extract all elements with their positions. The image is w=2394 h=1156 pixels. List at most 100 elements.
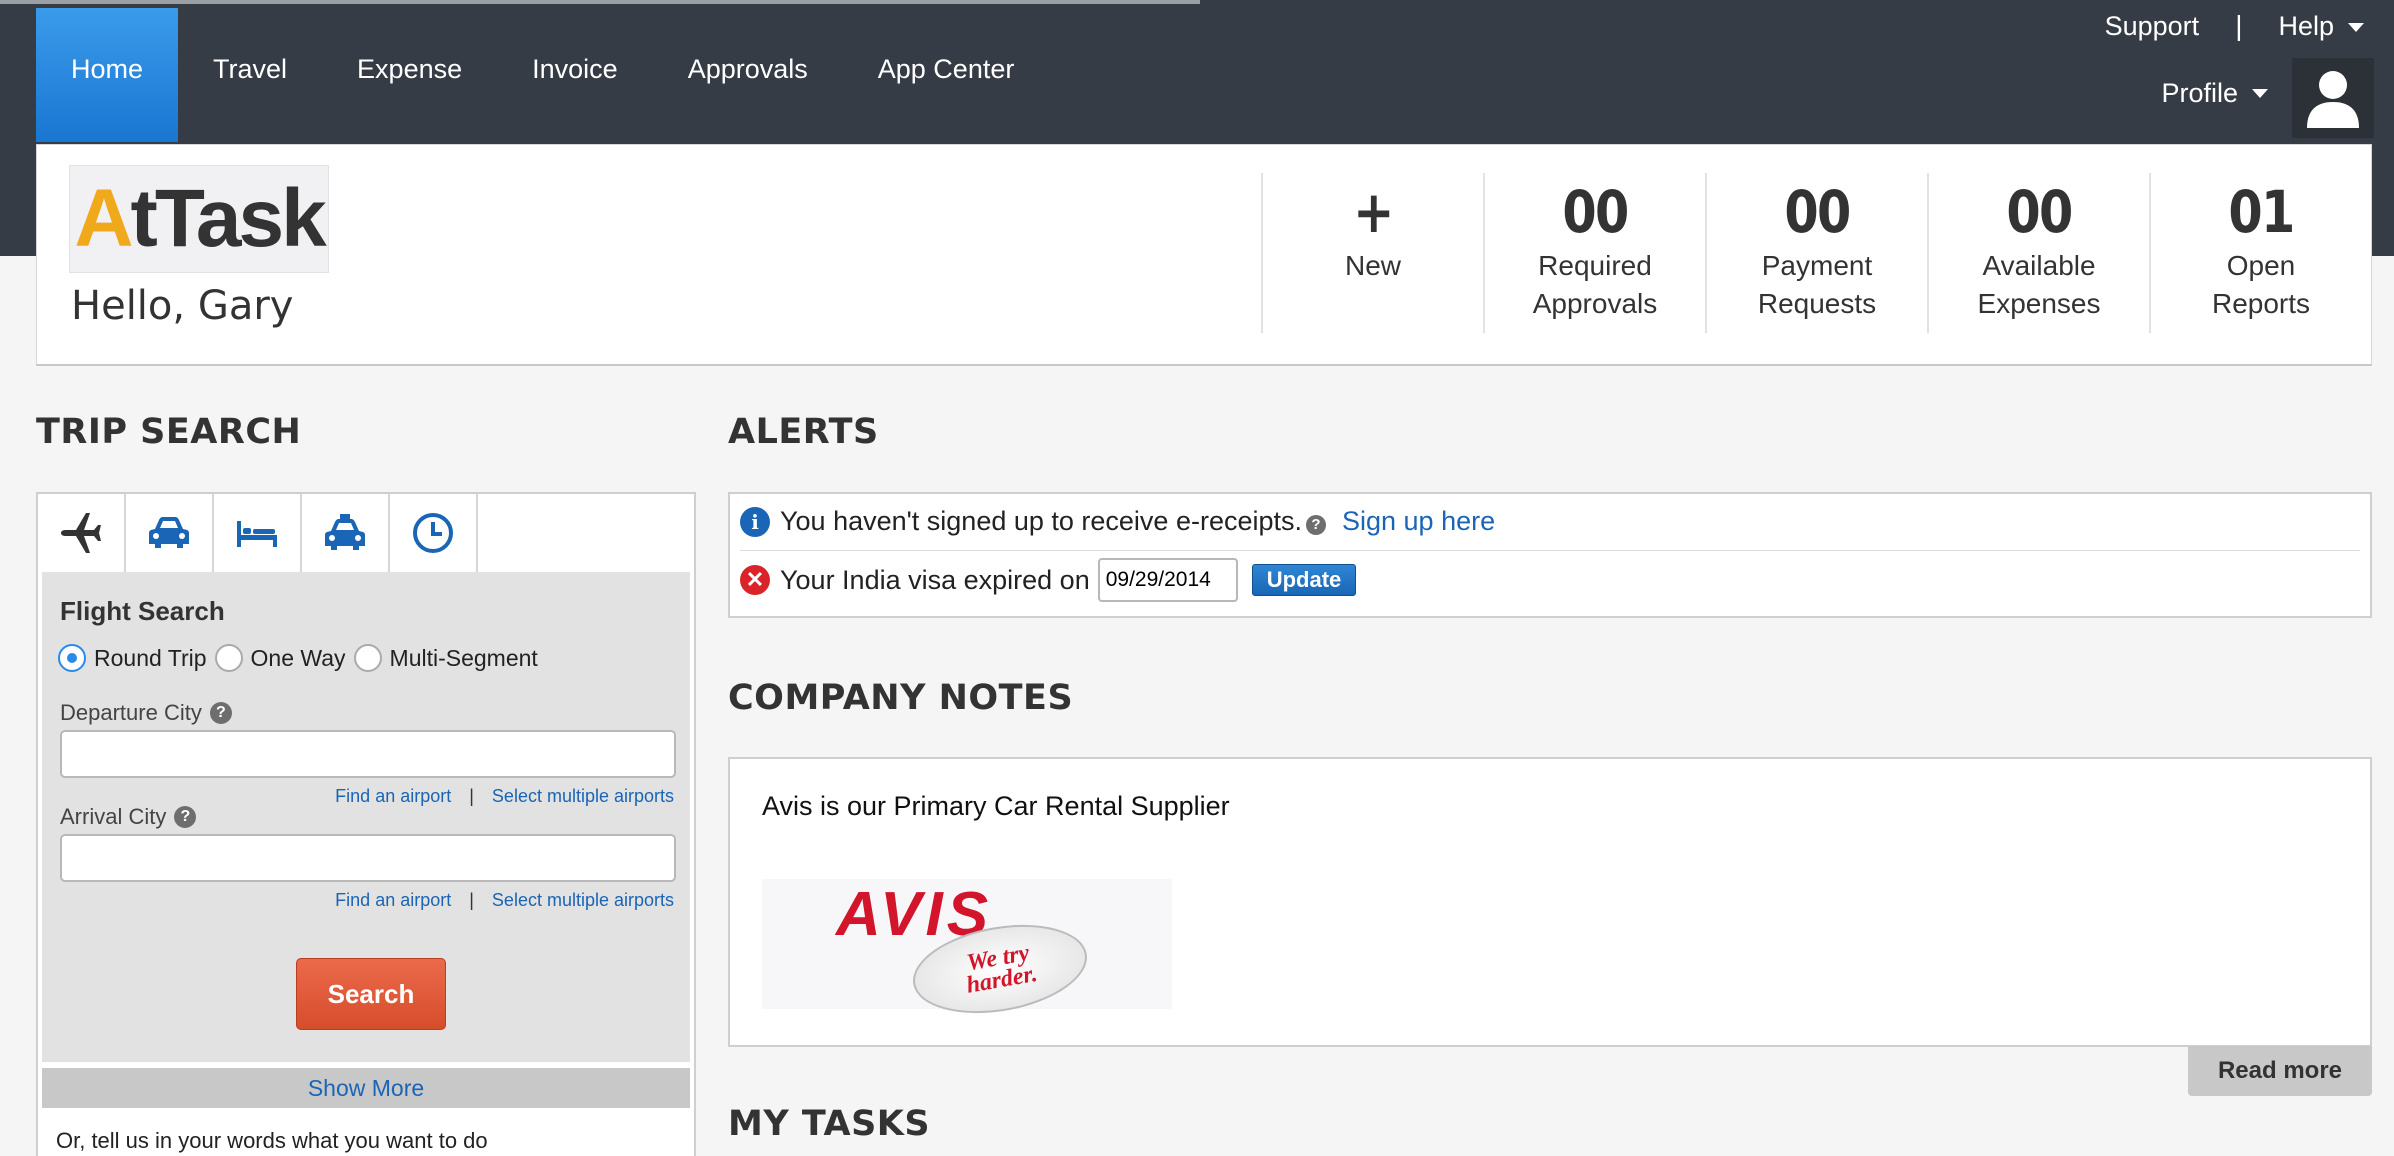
company-note-text: Avis is our Primary Car Rental Supplier [762,791,1230,821]
arrival-label-text: Arrival City [60,804,167,829]
departure-city-input[interactable] [60,730,676,778]
stat-label: Available [1982,250,2096,281]
stat-value: + [1353,178,1394,246]
nav-item-travel[interactable]: Travel [178,8,322,142]
arrival-label: Arrival City ? [60,804,197,830]
natural-language-prompt: Or, tell us in your words what you want … [56,1128,488,1153]
radio-label: Multi-Segment [389,644,538,671]
chevron-down-icon [2252,89,2268,98]
sign-up-link[interactable]: Sign up here [1342,506,1495,537]
trip-search-panel: Flight Search Round Trip One Way Multi-S… [36,492,696,1156]
alert-divider [740,550,2360,551]
stat-new[interactable]: + New [1261,173,1483,333]
info-icon: i [740,506,770,537]
company-notes-title: COMPANY NOTES [728,678,1074,718]
stat-open-reports[interactable]: 01 Open Reports [2149,173,2371,333]
stat-available-expenses[interactable]: 00 Available Expenses [1927,173,2149,333]
arrival-city-input[interactable] [60,834,676,882]
select-multiple-airports-link[interactable]: Select multiple airports [492,786,674,807]
nav-item-label: Home [71,53,144,84]
stat-value: 00 [1562,178,1629,246]
round-trip-radio[interactable] [58,644,86,672]
my-tasks-title: MY TASKS [728,1104,931,1144]
alerts-box: i You haven't signed up to receive e-rec… [728,492,2372,618]
header-card: AtTask Hello, Gary + New 00 Required App… [36,144,2372,366]
visa-alert: ✕ Your India visa expired on Update [740,558,1357,602]
one-way-radio[interactable] [214,644,243,672]
tab-hotel[interactable] [214,494,302,572]
clock-icon [413,513,453,553]
help-label: Help [2278,10,2334,41]
alert-text: You haven't signed up to receive e-recei… [780,506,1302,536]
quick-stats: + New 00 Required Approvals 00 Payment R… [1261,173,2371,333]
stat-label: Required [1538,250,1652,281]
bed-icon [237,521,277,547]
flight-search-title: Flight Search [60,596,225,626]
profile-menu[interactable]: Profile [2161,78,2268,109]
find-airport-link[interactable]: Find an airport [335,890,451,911]
stat-payment-requests[interactable]: 00 Payment Requests [1705,173,1927,333]
departure-airport-links: Find an airport | Select multiple airpor… [335,786,674,807]
stat-value: 00 [2006,178,2073,246]
company-notes-box: Avis is our Primary Car Rental Supplier … [728,757,2372,1047]
nav-item-label: Approvals [687,53,808,84]
select-multiple-airports-link[interactable]: Select multiple airports [492,890,674,911]
help-icon[interactable]: ? [1306,514,1326,535]
find-airport-link[interactable]: Find an airport [335,786,451,807]
read-more-button[interactable]: Read more [2188,1046,2372,1096]
departure-label-text: Departure City [60,700,202,725]
tab-recent[interactable] [390,494,478,572]
stat-label: Open [2226,250,2296,281]
trip-search-title: TRIP SEARCH [36,412,302,452]
nav-item-label: Travel [213,53,288,84]
help-menu[interactable]: Help [2278,11,2364,42]
show-more-button[interactable]: Show More [42,1068,690,1108]
user-icon [2307,71,2359,128]
radio-label: One Way [250,644,346,671]
nav-item-home[interactable]: Home [36,8,179,142]
trip-type-options: Round Trip One Way Multi-Segment [58,644,546,672]
help-icon[interactable]: ? [209,702,232,724]
nav-item-label: Invoice [532,53,618,84]
update-button[interactable]: Update [1251,564,1357,596]
nav-item-label: Expense [357,53,463,84]
nav-item-approvals[interactable]: Approvals [653,8,843,142]
help-icon[interactable]: ? [174,806,197,828]
utility-separator: | [2235,10,2243,41]
stat-required-approvals[interactable]: 00 Required Approvals [1483,173,1705,333]
company-logo: AtTask [69,165,329,273]
nav-item-expense[interactable]: Expense [322,8,497,142]
taxi-icon [325,514,365,550]
support-link[interactable]: Support [2105,11,2200,42]
nav-item-app-center[interactable]: App Center [843,8,1050,142]
stat-label-line2: Expenses [1977,288,2101,319]
top-edge-line [0,0,1200,4]
logo-text: AtTask [74,172,326,266]
tab-car[interactable] [126,494,214,572]
booking-tabs [38,494,478,572]
airplane-icon [61,513,101,553]
utility-links: Support | Help [2105,10,2364,42]
tab-taxi[interactable] [302,494,390,572]
multi-segment-radio[interactable] [353,644,382,672]
link-separator: | [469,786,474,806]
nav-item-invoice[interactable]: Invoice [497,8,653,142]
avis-badge-text: We try harder. [961,940,1040,999]
alert-text: Your India visa expired on [780,564,1090,595]
tab-flight[interactable] [38,494,126,572]
avatar[interactable] [2292,58,2374,138]
stat-label: New [1344,250,1401,281]
stat-label: Payment [1761,250,1873,281]
link-separator: | [469,890,474,910]
ereceipt-alert: i You haven't signed up to receive e-rec… [740,506,1495,537]
visa-date-input[interactable] [1097,558,1238,602]
chevron-down-icon [2348,22,2364,32]
search-button[interactable]: Search [296,958,446,1030]
departure-label: Departure City ? [60,700,232,726]
stat-label-line2: Approvals [1532,288,1658,319]
avis-logo-image: AVIS We try harder. [762,879,1172,1026]
nav-item-label: App Center [877,53,1015,84]
greeting: Hello, Gary [71,283,294,329]
flight-search-form: Flight Search Round Trip One Way Multi-S… [42,572,690,1062]
stat-value: 01 [2228,178,2295,246]
